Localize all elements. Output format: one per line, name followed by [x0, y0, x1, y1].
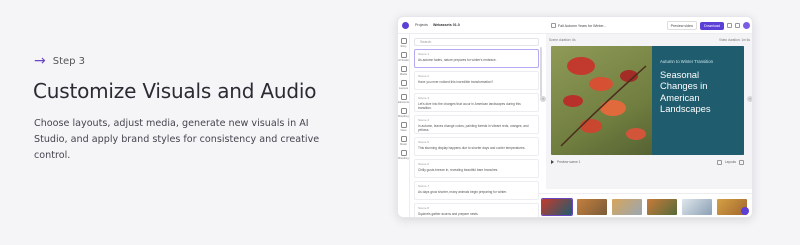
scene-number: Scene 6 — [418, 162, 430, 166]
doc-title-text: Fall Autumn Years for Winter... — [558, 23, 607, 28]
step-indicator: → Step 3 — [34, 54, 85, 68]
scene-card[interactable]: Scene 5 This stunning display happens due… — [414, 137, 539, 156]
rail-item-icon[interactable] — [400, 80, 407, 86]
topbar-actions: Preview video Download — [666, 21, 750, 30]
rail-item-icon[interactable] — [400, 122, 407, 128]
layout-label[interactable]: Layouts — [725, 160, 736, 164]
scene-list: Search Scene 1 As autumn fades, nature pr… — [414, 38, 539, 217]
rail-item-label: Voice — [400, 129, 407, 132]
scene-number: Scene 4 — [418, 118, 430, 122]
section-headline: Customize Visuals and Audio — [33, 79, 317, 103]
rail-item-label: Layouts — [398, 87, 409, 90]
document-icon — [551, 23, 556, 28]
breadcrumb-projects[interactable]: Projects — [415, 23, 428, 27]
rail-item-icon[interactable] — [400, 150, 407, 156]
scene-list-scrollbar[interactable] — [540, 47, 542, 97]
breadcrumb: Projects Webassets 01.0 — [415, 23, 460, 27]
scene-text: This stunning display happens due to sho… — [418, 146, 526, 150]
slide-subtitle: Autumn to Winter Transition — [660, 59, 714, 64]
tool-rail: Story AI Studio Media Layouts Elements Brandi… — [398, 34, 410, 217]
breadcrumb-current[interactable]: Webassets 01.0 — [433, 23, 460, 27]
rail-item-label: Branding — [398, 115, 409, 118]
scene-text: Chilly gusts breeze in, revealing beauti… — [418, 168, 499, 172]
preview-label: Preview scene 1 — [557, 160, 581, 164]
app-topbar: Projects Webassets 01.0 Fall Autumn Year… — [398, 17, 752, 34]
prev-scene-arrow-icon[interactable]: ‹ — [540, 96, 546, 102]
rail-item-label: AI Studio — [398, 59, 409, 62]
rail-item-icon[interactable] — [400, 52, 407, 58]
scene-card[interactable]: Scene 7 As days grow shorter, many animal… — [414, 181, 539, 200]
scene-card[interactable]: Scene 6 Chilly gusts breeze in, revealing… — [414, 159, 539, 178]
scene-number: Scene 5 — [418, 140, 430, 144]
scene-text: Have you ever noticed this incredible tr… — [418, 80, 494, 84]
rail-item-icon[interactable] — [400, 38, 407, 44]
scene-card[interactable]: Scene 4 In autumn, leaves change colors, … — [414, 115, 539, 134]
rail-item-label: Story — [400, 45, 407, 48]
layout-icon[interactable] — [716, 159, 722, 165]
scene-card[interactable]: Scene 2 Have you ever noticed this incred… — [414, 71, 539, 90]
arrow-right-icon: → — [34, 53, 46, 69]
slide-text-panel[interactable]: Autumn to Winter Transition Seasonal Cha… — [652, 46, 744, 155]
rail-item-icon[interactable] — [400, 108, 407, 114]
section-description: Choose layouts, adjust media, generate n… — [34, 118, 320, 161]
download-button[interactable]: Download — [700, 21, 724, 30]
preview-video-button[interactable]: Preview video — [666, 21, 698, 30]
share-icon[interactable] — [727, 23, 732, 28]
scene-duration: Scene duration: 6s — [549, 38, 576, 42]
rail-item-icon[interactable] — [400, 66, 407, 72]
chat-assistant-icon[interactable] — [741, 207, 749, 215]
scene-text: Squirrels gather acorns and prepare nest… — [418, 212, 479, 216]
scene-filmstrip — [538, 193, 752, 217]
filmstrip-thumbnail[interactable] — [541, 197, 573, 216]
rail-item-label: Branding — [398, 157, 409, 160]
scene-number: Scene 3 — [418, 96, 430, 100]
scene-search-input[interactable]: Search — [414, 38, 539, 46]
feature-section: → Step 3 Customize Visuals and Audio Cho… — [0, 0, 800, 245]
scene-text: As days grow shorter, many animals begin… — [418, 190, 507, 194]
help-icon[interactable] — [735, 23, 740, 28]
rail-item-label: Media — [399, 73, 408, 76]
rail-item-icon[interactable] — [400, 136, 407, 142]
filmstrip-thumbnail[interactable] — [682, 198, 712, 215]
filmstrip-thumbnail[interactable] — [577, 198, 607, 215]
app-screenshot: Projects Webassets 01.0 Fall Autumn Year… — [397, 16, 753, 218]
editor-canvas: Scene duration: 6s Video duration: 1m 6s… — [540, 34, 752, 189]
scene-text: As autumn fades, nature prepares for win… — [418, 58, 497, 62]
next-scene-arrow-icon[interactable]: › — [747, 96, 752, 102]
more-icon[interactable] — [739, 159, 744, 165]
rail-item-label: Elements — [398, 101, 409, 104]
filmstrip-thumbnail[interactable] — [612, 198, 642, 215]
scene-card[interactable]: Scene 8 Squirrels gather acorns and prepa… — [414, 203, 539, 217]
step-label: Step 3 — [52, 55, 86, 67]
scene-number: Scene 7 — [418, 184, 430, 188]
rail-item-label: Music — [400, 143, 407, 146]
scene-number: Scene 1 — [418, 52, 430, 56]
play-icon[interactable] — [551, 160, 554, 164]
scene-text: In autumn, leaves change colors, paintin… — [418, 124, 529, 132]
scene-number: Scene 8 — [418, 206, 430, 210]
rail-item-icon[interactable] — [400, 94, 407, 100]
slide-title: Seasonal Changes in American Landscapes — [660, 69, 711, 114]
doc-title[interactable]: Fall Autumn Years for Winter... — [551, 23, 606, 28]
preview-controls: Preview scene 1 Layouts — [551, 159, 744, 165]
scene-card[interactable]: Scene 1 As autumn fades, nature prepares … — [414, 49, 539, 68]
avatar[interactable] — [743, 22, 750, 29]
scene-card[interactable]: Scene 3 Let's dive into the changes that … — [414, 93, 539, 112]
scene-number: Scene 2 — [418, 74, 430, 78]
slide-preview[interactable]: Autumn to Winter Transition Seasonal Cha… — [551, 46, 744, 155]
app-logo-icon[interactable] — [402, 21, 409, 29]
video-duration: Video duration: 1m 6s — [719, 38, 750, 42]
scene-text: Let's dive into the changes that occur i… — [418, 102, 521, 110]
filmstrip-thumbnail[interactable] — [647, 198, 677, 215]
